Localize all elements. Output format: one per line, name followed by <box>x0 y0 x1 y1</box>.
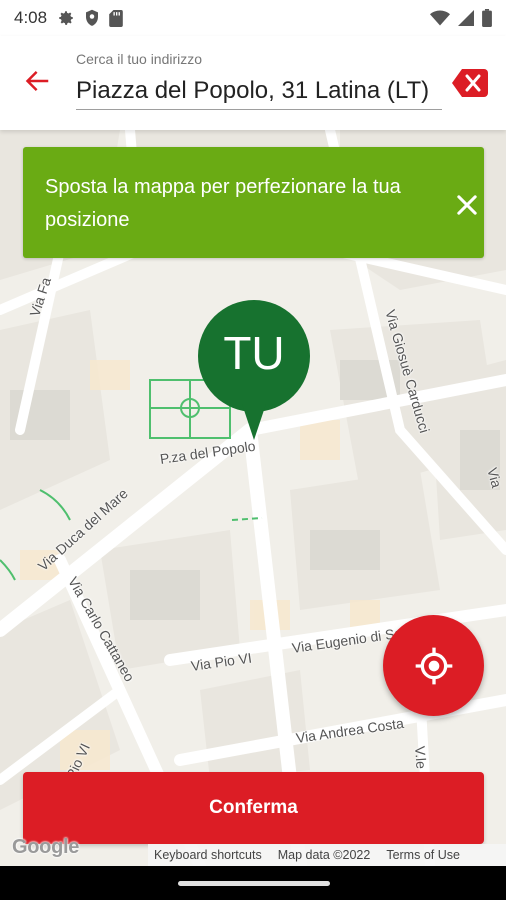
sd-card-icon <box>109 9 123 27</box>
home-handle[interactable] <box>178 881 330 886</box>
banner-message: Sposta la mappa per perfezionare la tua … <box>45 176 401 231</box>
pin-label: TU <box>223 327 285 379</box>
screen: 4:08 Cerca il tuo indirizzo Piazza del P… <box>0 0 506 900</box>
info-banner: Sposta la mappa per perfezionare la tua … <box>23 147 484 258</box>
status-bar: 4:08 <box>0 0 506 36</box>
crosshair-icon <box>415 647 452 684</box>
map-view[interactable]: Via Fa P.za del Popolo Via Giosuè Carduc… <box>0 130 506 866</box>
gear-icon <box>59 11 73 25</box>
map-attribution: Keyboard shortcuts Map data ©2022 Terms … <box>148 844 506 866</box>
keyboard-shortcuts-link[interactable]: Keyboard shortcuts <box>154 848 262 862</box>
search-header: Cerca il tuo indirizzo <box>0 36 506 130</box>
battery-icon <box>482 9 492 27</box>
close-icon[interactable] <box>453 191 481 219</box>
back-arrow-icon[interactable] <box>22 66 52 96</box>
locate-me-button[interactable] <box>383 615 484 716</box>
status-icons-left <box>57 9 123 27</box>
google-logo: Google <box>12 836 80 858</box>
confirm-button[interactable]: Conferma <box>23 772 484 844</box>
wifi-icon <box>430 10 450 26</box>
address-search-input[interactable] <box>76 72 442 110</box>
signal-icon <box>458 10 474 26</box>
search-label: Cerca il tuo indirizzo <box>76 51 203 67</box>
status-icons-right <box>430 9 492 27</box>
map-data-text: Map data ©2022 <box>277 848 371 862</box>
navigation-bar <box>0 866 506 900</box>
shield-icon <box>86 9 99 26</box>
clear-text-icon[interactable] <box>452 69 488 97</box>
terms-of-use-link[interactable]: Terms of Use <box>386 848 460 862</box>
status-time: 4:08 <box>14 8 48 27</box>
location-pin: TU <box>197 300 311 442</box>
